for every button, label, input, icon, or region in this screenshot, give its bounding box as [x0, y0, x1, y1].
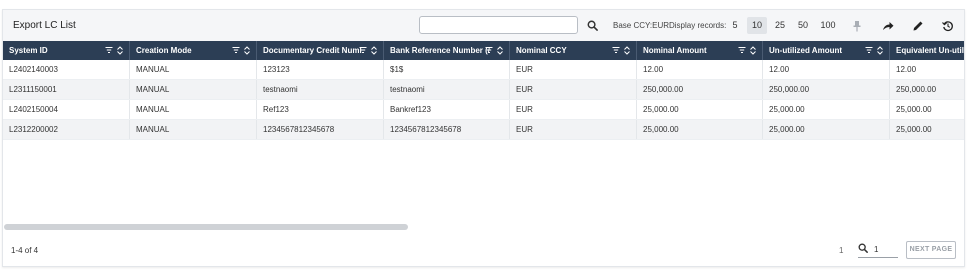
search-icon: [858, 243, 868, 253]
cell-bank-reference-number: testnaomi: [384, 80, 510, 99]
cell-nominal-ccy: EUR: [510, 120, 637, 139]
pin-icon: [853, 21, 861, 32]
cell-nominal-amount: 25,000.00: [637, 100, 763, 119]
cell-creation-mode: MANUAL: [130, 80, 257, 99]
cell-equivalent-un-utilized: 250,000.00: [896, 85, 937, 94]
column-header-label: Documentary Credit Numl: [263, 46, 362, 55]
cell-nominal-amount: 25,000.00: [637, 120, 763, 139]
cell-documentary-credit-number: 1234567812345678: [257, 120, 384, 139]
base-ccy-label: Base CCY:EUR: [613, 21, 670, 30]
column-header-label: Bank Reference Number (/: [390, 46, 491, 55]
column-header-un-utilized-amount[interactable]: Un-utilized Amount: [763, 41, 890, 60]
sort-icon[interactable]: [371, 46, 377, 55]
table-row[interactable]: L2402150004 MANUAL Ref123 Bankref123 EUR…: [3, 100, 964, 120]
cell-bank-reference-number: 1234567812345678: [384, 120, 510, 139]
cell-nominal-ccy: EUR: [510, 80, 637, 99]
sort-icon[interactable]: [117, 46, 123, 55]
filter-icon[interactable]: [738, 46, 746, 54]
goto-page-field[interactable]: [858, 241, 898, 258]
toolbar: Export LC List Base CCY:EUR Display reco…: [3, 10, 964, 41]
page-size-25[interactable]: 25: [772, 17, 788, 34]
filter-icon[interactable]: [865, 46, 873, 54]
cell-nominal-ccy: EUR: [510, 60, 637, 79]
cell-un-utilized-amount: 25,000.00: [763, 100, 890, 119]
cell-system-id: L2312200002: [3, 120, 130, 139]
column-header-label: Nominal CCY: [516, 46, 567, 55]
cell-equivalent-un-utilized: 25,000.00: [896, 125, 932, 134]
cell-documentary-credit-number: testnaomi: [257, 80, 384, 99]
cell-creation-mode: MANUAL: [130, 60, 257, 79]
cell-bank-reference-number: $1$: [384, 60, 510, 79]
share-button[interactable]: [880, 18, 896, 34]
page-size-100[interactable]: 100: [817, 17, 839, 34]
page-size-10[interactable]: 10: [747, 17, 767, 34]
cell-nominal-amount: 250,000.00: [637, 80, 763, 99]
filter-icon[interactable]: [105, 46, 113, 54]
cell-system-id: L2402140003: [3, 60, 130, 79]
page-size-50[interactable]: 50: [795, 17, 811, 34]
column-header-label: Nominal Amount: [643, 46, 707, 55]
edit-button[interactable]: [910, 18, 926, 34]
column-header-label: Un-utilized Amount: [769, 46, 843, 55]
sort-icon[interactable]: [624, 46, 630, 55]
table-header: System ID Creation Mode Documentary Cred…: [3, 41, 964, 60]
cell-system-id: L2402150004: [3, 100, 130, 119]
search-button[interactable]: [581, 16, 603, 34]
cell-equivalent-un-utilized: 12.00: [896, 65, 917, 74]
current-page-number[interactable]: 1: [839, 246, 843, 255]
search-input[interactable]: [419, 16, 578, 34]
cell-documentary-credit-number: Ref123: [257, 100, 384, 119]
table-row[interactable]: L2311150001 MANUAL testnaomi testnaomi E…: [3, 80, 964, 100]
filter-icon[interactable]: [232, 46, 240, 54]
export-lc-list-panel: Export LC List Base CCY:EUR Display reco…: [2, 9, 965, 267]
filter-icon[interactable]: [359, 46, 367, 54]
horizontal-scrollbar[interactable]: [4, 224, 408, 230]
page-size-5[interactable]: 5: [729, 17, 741, 34]
column-header-label: Equivalent Un-utiliz: [896, 46, 964, 55]
history-icon: [942, 21, 953, 32]
filter-icon[interactable]: [485, 46, 493, 54]
column-header-nominal-ccy[interactable]: Nominal CCY: [510, 41, 637, 60]
column-header-creation-mode[interactable]: Creation Mode: [130, 41, 257, 60]
cell-un-utilized-amount: 25,000.00: [763, 120, 890, 139]
page-title: Export LC List: [13, 20, 76, 31]
goto-page-input[interactable]: [874, 243, 896, 255]
column-header-label: System ID: [9, 46, 48, 55]
sort-icon[interactable]: [750, 46, 756, 55]
column-header-documentary-credit-number[interactable]: Documentary Credit Numl: [257, 41, 384, 60]
share-icon: [883, 22, 894, 30]
column-header-nominal-amount[interactable]: Nominal Amount: [637, 41, 763, 60]
cell-bank-reference-number: Bankref123: [384, 100, 510, 119]
cell-creation-mode: MANUAL: [130, 120, 257, 139]
cell-un-utilized-amount: 250,000.00: [763, 80, 890, 99]
history-button[interactable]: [940, 18, 956, 34]
record-count: 1-4 of 4: [11, 246, 39, 255]
sort-icon[interactable]: [497, 46, 503, 55]
cell-equivalent-un-utilized: 25,000.00: [896, 105, 932, 114]
column-header-equivalent-un-utilized[interactable]: Equivalent Un-utiliz: [890, 41, 964, 60]
cell-nominal-amount: 12.00: [637, 60, 763, 79]
cell-system-id: L2311150001: [3, 80, 130, 99]
cell-un-utilized-amount: 12.00: [763, 60, 890, 79]
display-records-label: Display records:: [669, 21, 727, 30]
search-icon: [587, 20, 598, 31]
table-row[interactable]: L2312200002 MANUAL 1234567812345678 1234…: [3, 120, 964, 140]
next-page-button[interactable]: NEXT PAGE: [906, 241, 956, 259]
cell-nominal-ccy: EUR: [510, 100, 637, 119]
cell-creation-mode: MANUAL: [130, 100, 257, 119]
filter-icon[interactable]: [612, 46, 620, 54]
sort-icon[interactable]: [244, 46, 250, 55]
pin-button[interactable]: [849, 18, 865, 34]
column-header-system-id[interactable]: System ID: [3, 41, 130, 60]
column-header-label: Creation Mode: [136, 46, 192, 55]
column-header-bank-reference-number[interactable]: Bank Reference Number (/: [384, 41, 510, 60]
sort-icon[interactable]: [877, 46, 883, 55]
edit-icon: [913, 21, 923, 31]
table-row[interactable]: L2402140003 MANUAL 123123 $1$ EUR 12.00 …: [3, 60, 964, 80]
cell-documentary-credit-number: 123123: [257, 60, 384, 79]
